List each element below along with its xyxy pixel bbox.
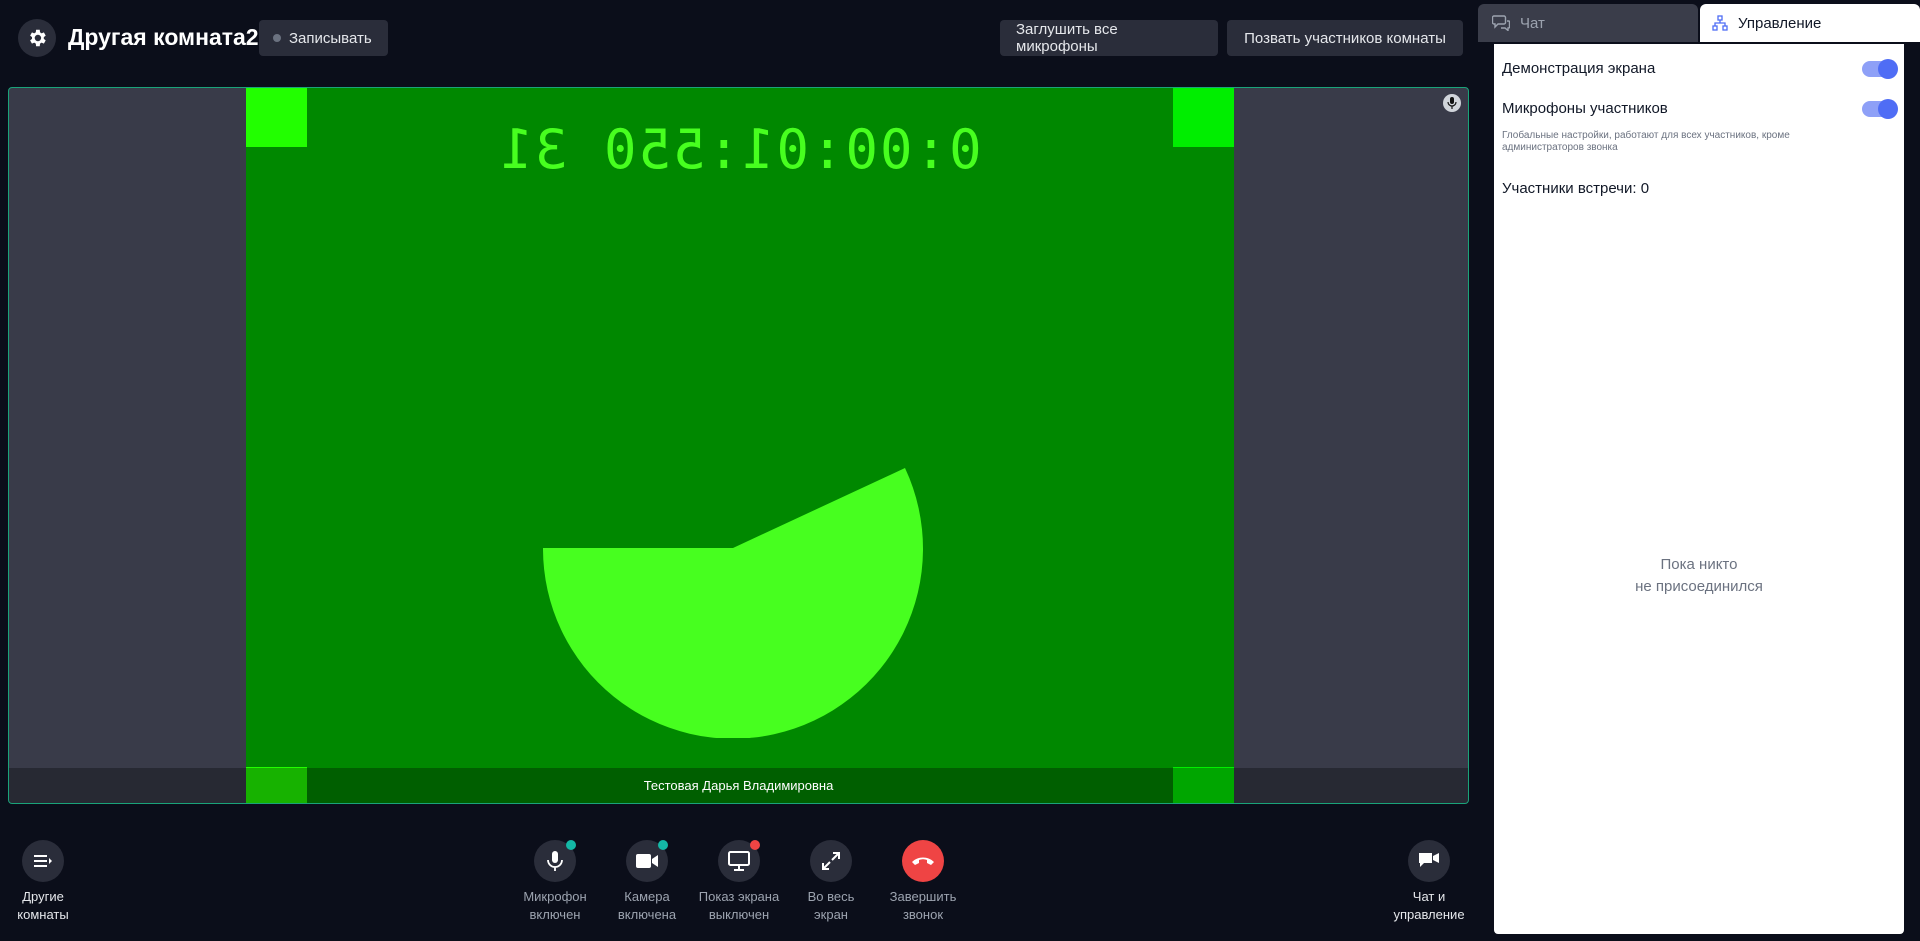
screen-share-setting: Демонстрация экрана [1502,58,1898,79]
settings-button[interactable] [18,19,56,57]
screen-share-setting-label: Демонстрация экрана [1502,60,1656,77]
side-panel: Чат Управление Демонстрация экрана Микро… [1478,0,1920,941]
other-rooms-button[interactable]: Другие комнаты [14,840,72,924]
video-timer: 0:00:01:550 31 [498,118,982,181]
fullscreen-button[interactable]: Во весь экран [795,840,867,924]
manage-panel: Демонстрация экрана Микрофоны участников… [1494,44,1904,934]
mic-button[interactable]: Микрофон включен [519,840,591,924]
mic-label: Микрофон включен [523,889,587,922]
screen-share-label: Показ экрана выключен [698,889,780,922]
chat-icon [1492,15,1510,31]
tab-chat-label: Чат [1520,14,1545,32]
room-title: Другая комната2 [68,24,259,50]
mute-all-button[interactable]: Заглушить все микрофоны [1000,20,1218,56]
tab-manage-label: Управление [1738,14,1822,32]
tab-chat[interactable]: Чат [1478,4,1698,42]
mics-setting: Микрофоны участников [1502,98,1898,119]
video-stream: 0:00:01:550 31 [246,88,1234,803]
status-dot [566,840,576,850]
screen-share-toggle[interactable] [1862,58,1898,79]
hierarchy-icon [1712,15,1728,31]
camera-button[interactable]: Камера включена [611,840,683,924]
screen-share-button[interactable]: Показ экрана выключен [694,840,784,924]
chat-manage-label: Чат и управление [1393,889,1465,922]
mic-status-icon [1443,94,1461,112]
phone-hangup-icon [902,840,944,882]
expand-icon [810,840,852,882]
other-rooms-label: Другие комнаты [17,889,69,922]
monitor-icon [718,840,760,882]
camera-label: Камера включена [617,889,677,922]
gear-icon [30,29,46,47]
participant-name: Тестовая Дарья Владимировна [9,768,1468,803]
invite-participants-button[interactable]: Позвать участников комнаты [1227,20,1463,56]
microphone-icon [534,840,576,882]
pie-graphic [543,468,923,738]
fullscreen-label: Во весь экран [807,889,855,922]
record-button[interactable]: Записывать [259,20,388,56]
camera-icon [626,840,668,882]
menu-icon [22,840,64,882]
chat-video-icon [1408,840,1450,882]
tab-manage[interactable]: Управление [1700,4,1920,42]
settings-hint: Глобальные настройки, работают для всех … [1502,130,1790,153]
video-tile[interactable]: 0:00:01:550 31 Тестовая Дарья Владимиров… [8,87,1469,804]
hangup-button[interactable]: Завершить звонок [884,840,962,924]
participants-count: Участники встречи: 0 [1502,180,1650,197]
panel-tabs: Чат Управление [1478,4,1920,42]
chat-manage-button[interactable]: Чат и управление [1390,840,1468,924]
empty-participants-message: Пока никто не присоединился [1635,556,1763,595]
mics-toggle[interactable] [1862,98,1898,119]
hangup-label: Завершить звонок [889,889,957,922]
status-dot [750,840,760,850]
status-dot [658,840,668,850]
top-bar: Другая комната2 Записывать Заглушить все… [0,0,1478,76]
record-dot-icon [273,34,281,42]
record-label: Записывать [289,29,372,47]
mics-setting-label: Микрофоны участников [1502,100,1668,117]
